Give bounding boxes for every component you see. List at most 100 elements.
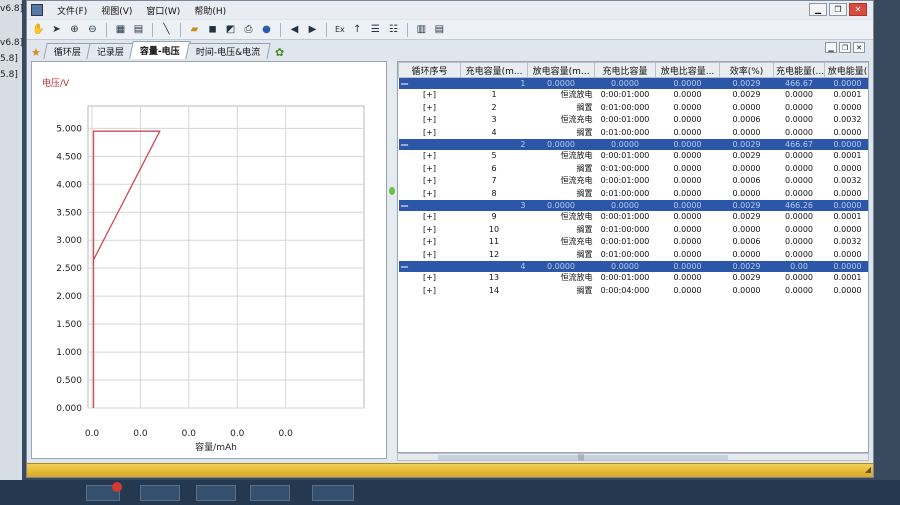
expand-toggle[interactable]: [+] [399, 150, 461, 163]
collapse-toggle[interactable]: — [398, 77, 461, 89]
star-icon[interactable]: ★ [31, 46, 41, 59]
taskbar-app-button[interactable] [250, 485, 290, 501]
save-as-icon[interactable]: ◩ [223, 22, 238, 37]
expand-toggle[interactable]: [+] [399, 284, 461, 297]
grid-column-header[interactable]: 充电能量(... [773, 62, 825, 78]
layout-icon[interactable]: ▤ [131, 22, 146, 37]
panel-splitter[interactable] [388, 61, 396, 459]
resize-grip-icon[interactable]: ◢ [865, 465, 871, 474]
grid-view-icon[interactable]: ▦ [113, 22, 128, 37]
tab-record-layer[interactable]: 记录层 [86, 43, 135, 59]
step-row[interactable]: [+] 8 搁置 0:01:00:000 0.0000 0.0000 0.0000 0.000… [399, 187, 869, 200]
collapse-toggle[interactable]: — [398, 199, 461, 211]
export-excel-button[interactable]: Ex [333, 25, 347, 34]
expand-toggle[interactable]: [+] [399, 114, 461, 127]
menu-help[interactable]: 帮助(H) [194, 4, 226, 17]
taskbar-app-button[interactable] [312, 485, 354, 501]
grid-column-header[interactable]: 充电比容量 [594, 62, 656, 78]
step-row[interactable]: [+] 3 恒流充电 0:00:01:000 0.0000 0.0006 0.0000 0.0… [399, 114, 869, 127]
step-value: 0.0000 [785, 151, 813, 161]
expand-toggle[interactable]: [+] [399, 187, 461, 200]
step-row[interactable]: [+] 9 恒流放电 0:00:01:000 0.0000 0.0029 0.0000 0.0… [399, 211, 869, 224]
previous-icon[interactable]: ◀ [287, 22, 302, 37]
close-icon[interactable]: ✕ [849, 3, 867, 16]
save-icon[interactable]: ◼ [205, 22, 220, 37]
zoom-in-icon[interactable]: ⊕ [67, 22, 82, 37]
child-close-icon[interactable]: ✕ [853, 42, 865, 53]
expand-toggle[interactable]: [+] [399, 248, 461, 261]
columns-icon[interactable]: ▥ [414, 22, 429, 37]
step-row[interactable]: [+] 13 恒流放电 0:00:01:000 0.0000 0.0029 0.0000 0.… [399, 272, 869, 285]
info-icon[interactable]: ● [259, 22, 274, 37]
cycle-value: 0.0000 [655, 138, 720, 150]
expand-toggle[interactable]: [+] [399, 101, 461, 114]
step-row[interactable]: [+] 7 恒流充电 0:00:01:000 0.0000 0.0006 0.0000 0.0… [399, 175, 869, 188]
expand-toggle[interactable]: [+] [399, 162, 461, 175]
rows-icon[interactable]: ▤ [432, 22, 447, 37]
zoom-out-icon[interactable]: ⊖ [85, 22, 100, 37]
step-row[interactable]: [+] 14 搁置 0:00:04:000 0.0000 0.0000 0.0000 0.00… [399, 284, 869, 297]
horizontal-scrollbar[interactable]: ||| [397, 453, 869, 461]
tab-cycle-layer[interactable]: 循环层 [43, 43, 92, 59]
step-value: 0.0000 [785, 188, 813, 198]
expand-toggle[interactable]: [+] [399, 223, 461, 236]
expand-toggle[interactable]: [+] [399, 126, 461, 139]
expand-toggle[interactable]: [+] [399, 175, 461, 188]
step-row[interactable]: [+] 11 恒流充电 0:00:01:000 0.0000 0.0006 0.0000 0.… [399, 236, 869, 249]
plot-area [87, 105, 365, 409]
cycle-row[interactable]: —3 0.0000 0.0000 0.0000 0.0029 466.26 0.0000 [398, 199, 868, 211]
grid-column-header[interactable]: 循环序号 [398, 62, 461, 78]
next-icon[interactable]: ▶ [305, 22, 320, 37]
minimize-icon[interactable]: ▁ [809, 3, 827, 16]
step-row[interactable]: [+] 10 搁置 0:01:00:000 0.0000 0.0000 0.0000 0.00… [399, 223, 869, 236]
menu-file[interactable]: 文件(F) [57, 4, 87, 17]
step-value: 0.0000 [785, 102, 813, 112]
menu-view[interactable]: 视图(V) [101, 4, 132, 17]
child-restore-icon[interactable]: ❐ [839, 42, 851, 53]
grid-column-header[interactable]: 充电容量(m... [460, 62, 528, 78]
pointer-tool-icon[interactable]: ➤ [49, 22, 64, 37]
step-row[interactable]: [+] 12 搁置 0:01:00:000 0.0000 0.0000 0.0000 0.00… [399, 248, 869, 261]
main-window: 文件(F) 视图(V) 窗口(W) 帮助(H) ▁ ❐ ✕ ✋ ➤ ⊕ ⊖ ▦ … [26, 0, 874, 478]
cycle-number: 3 [460, 199, 528, 211]
step-value: 0.0000 [732, 163, 761, 173]
cycle-row[interactable]: —1 0.0000 0.0000 0.0000 0.0029 466.67 0.0000 [398, 77, 868, 89]
grid-column-header[interactable]: 放电容量(m... [527, 62, 595, 78]
grid-column-header[interactable]: 效率(%) [719, 62, 774, 78]
open-folder-icon[interactable]: ▰ [187, 22, 202, 37]
step-row[interactable]: [+] 4 搁置 0:01:00:000 0.0000 0.0000 0.0000 0.000… [399, 126, 869, 139]
line-tool-icon[interactable]: ╲ [159, 22, 174, 37]
cycle-value: 0.0000 [824, 77, 868, 89]
collapse-toggle[interactable]: — [398, 260, 461, 272]
step-value: 0.0000 [785, 90, 813, 100]
expand-toggle[interactable]: [+] [399, 211, 461, 224]
list-alt-icon[interactable]: ☷ [386, 22, 401, 37]
expand-toggle[interactable]: [+] [399, 236, 461, 249]
menu-window[interactable]: 窗口(W) [146, 4, 180, 17]
step-row[interactable]: [+] 5 恒流放电 0:00:01:000 0.0000 0.0029 0.0000 0.0… [399, 150, 869, 163]
step-value: 0.0000 [833, 188, 862, 198]
step-number: 6 [491, 163, 497, 173]
list-icon[interactable]: ☰ [368, 22, 383, 37]
grid-column-header[interactable]: 放电能量( [824, 62, 868, 78]
add-tab-icon[interactable]: ✿ [275, 46, 284, 59]
hand-tool-icon[interactable]: ✋ [31, 22, 46, 37]
taskbar-app-button[interactable] [196, 485, 236, 501]
step-name: 搁置 [576, 102, 593, 112]
collapse-toggle[interactable]: — [398, 138, 461, 150]
tab-time-voltage-current[interactable]: 时间-电压&电流 [184, 43, 271, 59]
cycle-row[interactable]: —4 0.0000 0.0000 0.0000 0.0029 0.00 0.0000 [398, 260, 868, 272]
expand-toggle[interactable]: [+] [399, 272, 461, 285]
step-row[interactable]: [+] 6 搁置 0:01:00:000 0.0000 0.0000 0.0000 0.000… [399, 162, 869, 175]
tab-capacity-voltage[interactable]: 容量-电压 [128, 41, 191, 59]
arrow-up-icon[interactable]: ↑ [350, 22, 365, 37]
maximize-icon[interactable]: ❐ [829, 3, 847, 16]
step-row[interactable]: [+] 1 恒流放电 0:00:01:000 0.0000 0.0029 0.0000 0.0… [399, 89, 869, 102]
expand-toggle[interactable]: [+] [399, 89, 461, 102]
taskbar-app-button[interactable] [140, 485, 180, 501]
step-row[interactable]: [+] 2 搁置 0:01:00:000 0.0000 0.0000 0.0000 0.000… [399, 101, 869, 114]
print-icon[interactable]: ⎙ [241, 22, 256, 37]
cycle-row[interactable]: —2 0.0000 0.0000 0.0000 0.0029 466.67 0.0000 [398, 138, 868, 150]
grid-column-header[interactable]: 放电比容量... [655, 62, 720, 78]
child-minimize-icon[interactable]: ▁ [825, 42, 837, 53]
